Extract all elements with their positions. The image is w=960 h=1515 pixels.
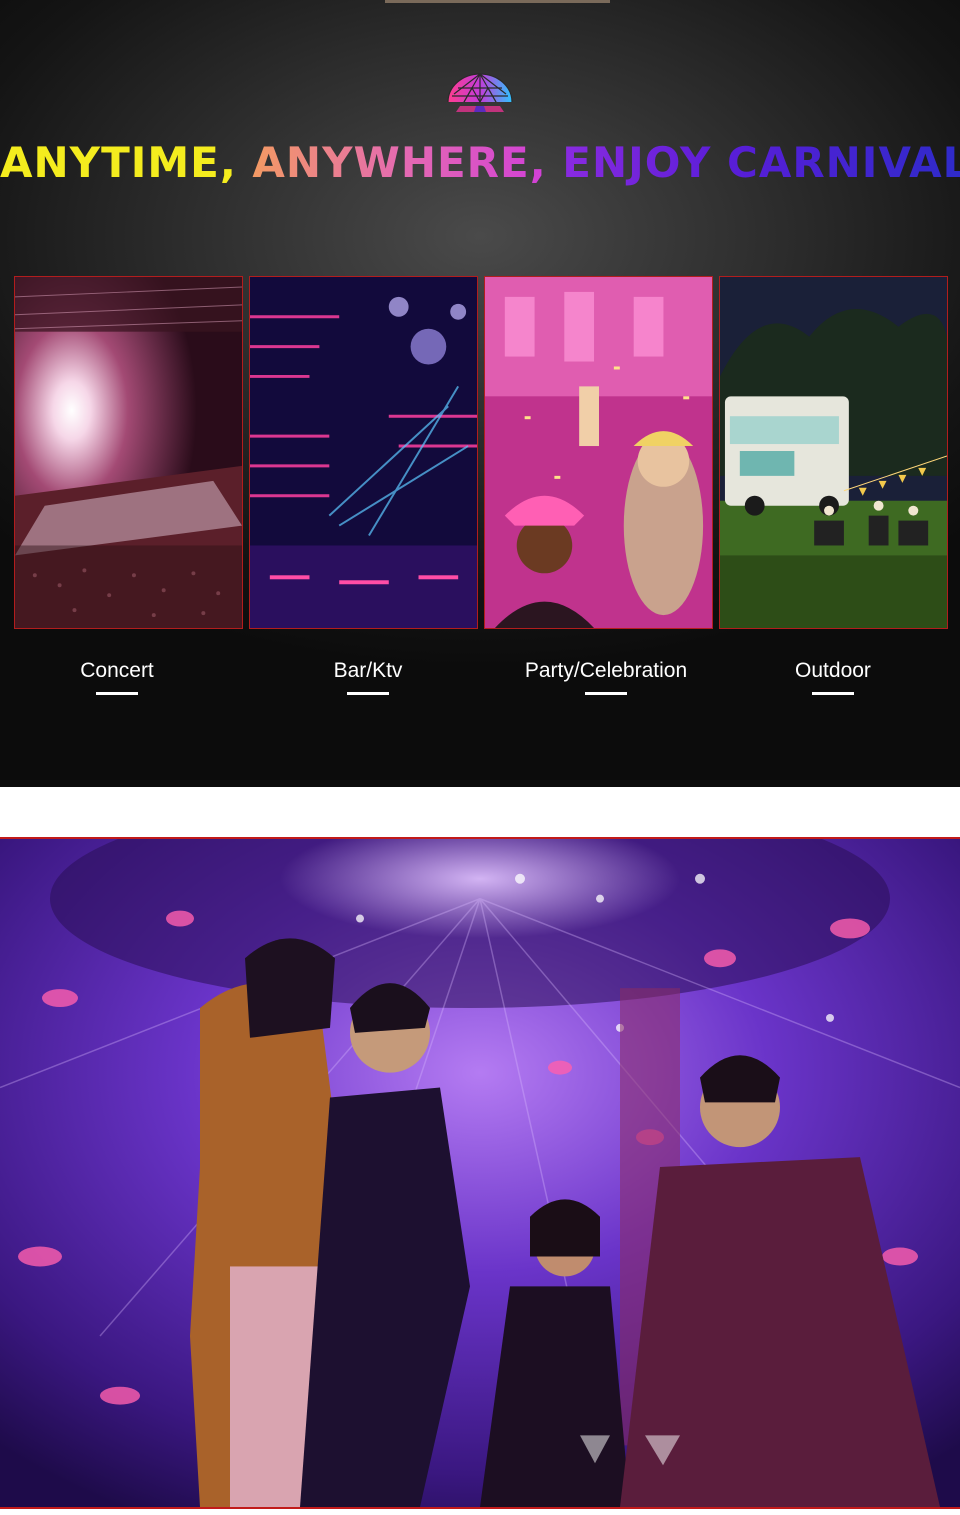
karaoke-scene-image — [0, 839, 960, 1507]
outdoor-card[interactable] — [719, 276, 948, 629]
bar-photo — [250, 277, 477, 628]
scene-label-bar: Bar/Ktv — [258, 659, 478, 695]
concert-photo — [15, 277, 242, 628]
scene-label-concert: Concert — [7, 659, 227, 695]
karaoke-photo — [0, 837, 960, 1509]
party-photo — [485, 277, 712, 628]
scene-label-outdoor: Outdoor — [723, 659, 943, 695]
label-underline — [812, 692, 854, 695]
party-card[interactable] — [484, 276, 713, 629]
label-underline — [585, 692, 627, 695]
label-underline — [96, 692, 138, 695]
top-divider — [385, 0, 610, 3]
outdoor-photo — [720, 277, 947, 628]
concert-card[interactable] — [14, 276, 243, 629]
scene-label-party: Party/Celebration — [496, 659, 716, 695]
disco-ball-icon — [447, 73, 513, 112]
bar-card[interactable] — [249, 276, 478, 629]
label-underline — [347, 692, 389, 695]
scenes-section: ANYTIME, ANYWHERE, ENJOY CARNIVAL Concer… — [0, 0, 960, 787]
headline-part-2: ANYWHERE, — [252, 138, 547, 187]
headline: ANYTIME, ANYWHERE, ENJOY CARNIVAL — [0, 138, 960, 187]
scene-cards — [14, 276, 948, 629]
headline-part-1: ANYTIME, — [0, 138, 237, 187]
headline-part-3: ENJOY CARNIVAL — [562, 138, 960, 187]
